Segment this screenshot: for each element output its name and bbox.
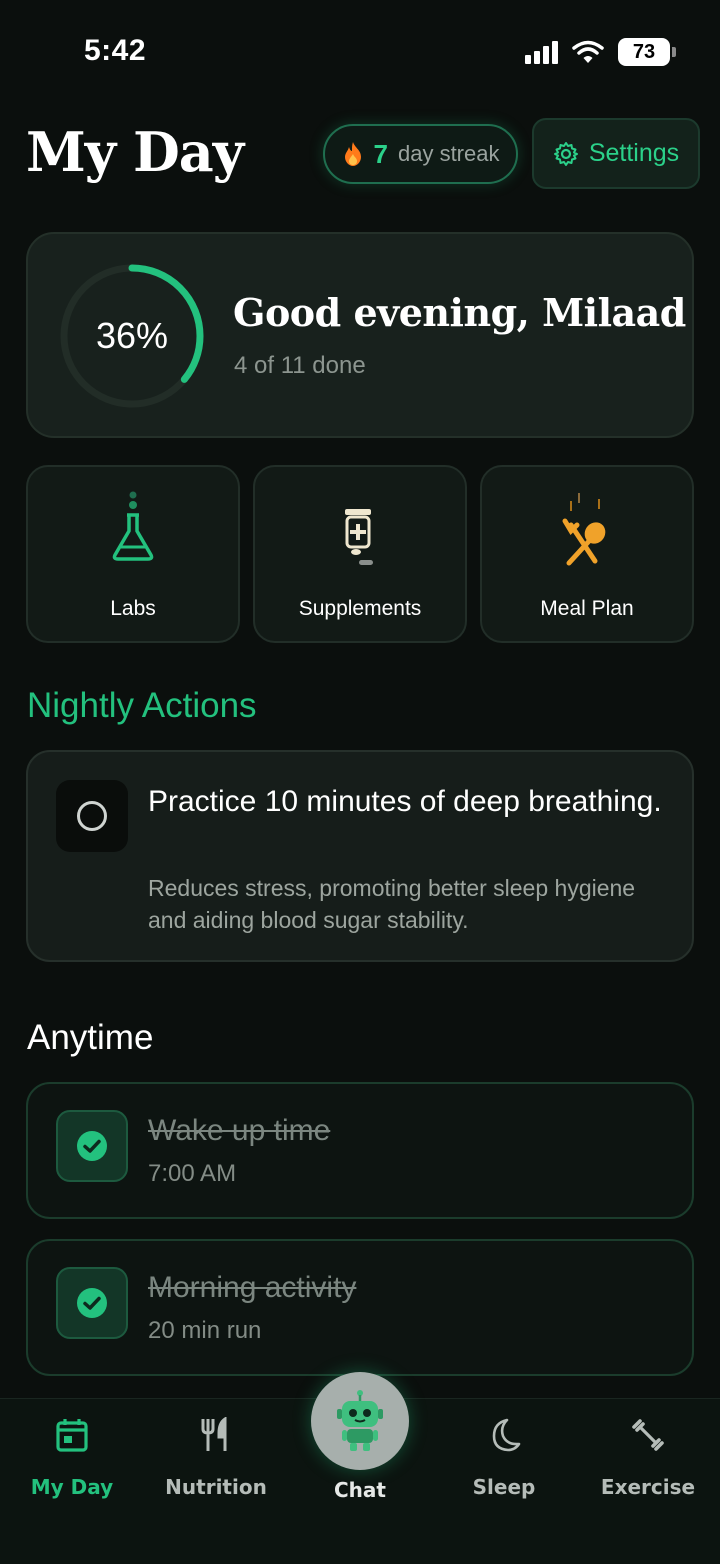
moon-icon (492, 1418, 521, 1452)
battery-icon: 73 (618, 38, 676, 66)
nav-label: Nutrition (165, 1475, 267, 1499)
task-checkbox[interactable] (56, 1267, 128, 1339)
supplements-tile[interactable]: Supplements (253, 465, 467, 643)
tile-label: Labs (110, 597, 156, 620)
nav-label: Exercise (600, 1475, 696, 1499)
greeting-card: 36% Good evening, Milaad 4 of 11 done (26, 232, 694, 438)
tile-label: Meal Plan (540, 597, 634, 620)
flask-icon (112, 491, 154, 561)
settings-button[interactable]: Settings (532, 118, 700, 189)
streak-count: 7 (373, 138, 388, 169)
streak-badge[interactable]: 7 day streak (323, 124, 518, 184)
status-bar: 5:42 73 (0, 0, 720, 100)
cellular-signal-icon (525, 40, 558, 64)
task-subtitle: 7:00 AM (148, 1160, 237, 1187)
fork-knife-icon (201, 1417, 227, 1451)
gear-icon (553, 141, 578, 166)
fork-spoon-icon (562, 493, 606, 566)
greeting-title: Good evening, Milaad (233, 290, 686, 335)
meal-plan-tile[interactable]: Meal Plan (480, 465, 694, 643)
nav-label-chat: Chat (334, 1478, 386, 1502)
tile-label: Supplements (298, 597, 422, 620)
status-time: 5:42 (84, 34, 147, 67)
page-title: My Day (26, 120, 244, 184)
task-title: Morning activity (148, 1271, 357, 1304)
task-checkbox[interactable] (56, 1110, 128, 1182)
check-circle-icon (77, 1288, 107, 1318)
pill-bottle-icon (345, 509, 373, 565)
nightly-task-card[interactable]: Practice 10 minutes of deep breathing. R… (26, 750, 694, 962)
streak-label: day streak (397, 141, 500, 166)
settings-label: Settings (588, 139, 680, 167)
check-circle-icon (77, 1131, 107, 1161)
progress-percent: 36% (95, 315, 169, 356)
greeting-subtitle: 4 of 11 done (234, 352, 366, 379)
calendar-icon (56, 1419, 88, 1452)
nav-item-my-day[interactable]: My Day (0, 1413, 144, 1499)
anytime-section-title: Anytime (27, 1018, 154, 1057)
battery-level: 73 (632, 40, 656, 63)
labs-tile[interactable]: Labs (26, 465, 240, 643)
nav-label: Sleep (472, 1475, 536, 1499)
task-checkbox[interactable] (56, 780, 128, 852)
nav-label: My Day (30, 1475, 114, 1499)
nightly-section-title: Nightly Actions (27, 686, 257, 725)
task-card[interactable]: Wake up time 7:00 AM (26, 1082, 694, 1219)
dumbbell-icon (632, 1419, 664, 1451)
chat-button[interactable] (311, 1372, 409, 1470)
wifi-icon (572, 40, 604, 63)
nav-item-sleep[interactable]: Sleep (432, 1413, 576, 1499)
nav-item-exercise[interactable]: Exercise (576, 1413, 720, 1499)
unchecked-circle-icon (77, 801, 107, 831)
task-description: Reduces stress, promoting better sleep h… (148, 875, 636, 933)
nav-item-nutrition[interactable]: Nutrition (144, 1413, 288, 1499)
task-title: Practice 10 minutes of deep breathing. (148, 785, 662, 818)
task-title: Wake up time (148, 1114, 331, 1147)
flame-icon (344, 142, 361, 166)
task-card[interactable]: Morning activity 20 min run (26, 1239, 694, 1376)
robot-icon (337, 1390, 383, 1451)
task-subtitle: 20 min run (148, 1317, 262, 1344)
status-icons: 73 (525, 38, 676, 66)
